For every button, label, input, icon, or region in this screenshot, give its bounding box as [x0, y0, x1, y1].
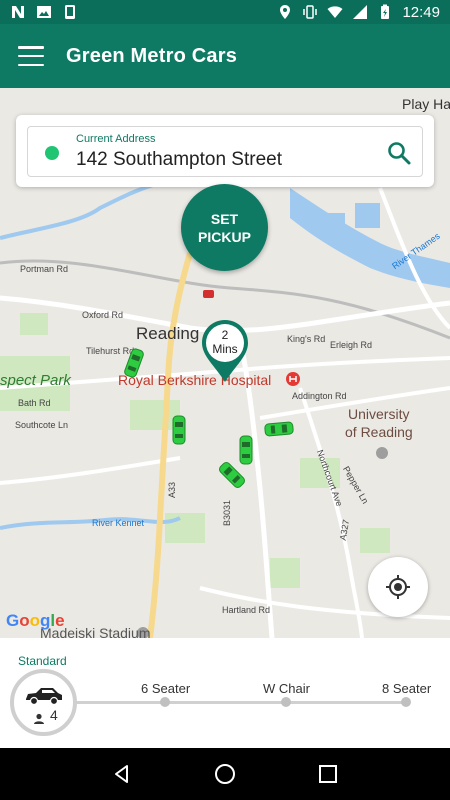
car-icon[interactable] [172, 415, 186, 445]
address-caption: Current Address [76, 133, 156, 145]
eta-value: 2 [221, 328, 229, 342]
map-label-kings: King's Rd [287, 334, 326, 344]
canal-line [0, 181, 161, 240]
set-pickup-line1: SET [210, 210, 239, 227]
map-label-oxford: Oxford Rd [82, 310, 124, 320]
map-label-river-kennet: River Kennet [92, 518, 145, 528]
vehicle-selector-panel: Standard 4 6 Seater W Chair 8 Seater [0, 638, 450, 748]
map-label-playhat: Play Hat [402, 96, 450, 112]
park-area [270, 558, 300, 588]
map-label-reading: Reading [136, 324, 200, 343]
location-icon [280, 5, 291, 19]
map-label-erleigh: Erleigh Rd [330, 340, 373, 350]
home-icon[interactable] [213, 762, 237, 786]
crosshair-icon [386, 575, 410, 599]
map-label-bath: Bath Rd [18, 398, 51, 408]
notification-n-icon [12, 6, 24, 18]
vehicle-slider-track[interactable] [74, 701, 409, 704]
set-pickup-button[interactable]: SET PICKUP [181, 184, 268, 271]
my-location-button[interactable] [368, 557, 428, 617]
search-icon[interactable] [386, 140, 412, 166]
water-area [355, 203, 380, 228]
address-field[interactable]: Current Address 142 Southampton Street [27, 126, 423, 177]
map-label-university-2: of Reading [345, 424, 413, 440]
seat-count: 4 [50, 707, 58, 723]
rail-station-marker [203, 290, 214, 298]
phone-icon [65, 5, 75, 19]
option-wchair-label: W Chair [263, 681, 310, 696]
road [0, 456, 181, 485]
tier-label: Standard [18, 654, 67, 668]
google-attribution-logo: Google [6, 611, 65, 630]
eta-unit: Mins [212, 342, 238, 356]
park-area [360, 528, 390, 553]
park-area [165, 513, 205, 543]
eta-label: 2 Mins [199, 328, 251, 356]
car-side-icon [26, 688, 62, 705]
option-8-seater-label: 8 Seater [382, 681, 432, 696]
status-left-icons [10, 4, 78, 20]
recents-icon[interactable] [316, 762, 340, 786]
map-label-portman: Portman Rd [20, 264, 69, 274]
option-8-seater-stop[interactable] [401, 697, 411, 707]
current-location-dot-icon [45, 146, 59, 160]
address-search-card: Current Address 142 Southampton Street [16, 115, 434, 187]
car-icon[interactable] [239, 435, 253, 465]
university-marker [376, 447, 388, 459]
hamburger-menu-icon[interactable] [18, 46, 44, 66]
option-wchair-stop[interactable] [281, 697, 291, 707]
system-nav-bar [0, 748, 450, 800]
map-label-addington: Addington Rd [292, 391, 347, 401]
app-title: Green Metro Cars [66, 44, 238, 67]
back-icon[interactable] [110, 762, 134, 786]
option-6-seater-label: 6 Seater [141, 681, 191, 696]
person-icon [34, 713, 44, 724]
signal-icon [353, 5, 368, 19]
status-right-icons: 12:49 [277, 4, 440, 21]
map-label-southcote: Southcote Ln [15, 420, 69, 430]
map-label-a33: A33 [167, 481, 178, 499]
a33-road [147, 252, 193, 638]
option-6-seater-stop[interactable] [160, 697, 170, 707]
park-area [20, 313, 48, 335]
status-bar: 12:49 [0, 0, 450, 24]
standard-vehicle-option[interactable] [10, 669, 77, 736]
address-input[interactable]: 142 Southampton Street [76, 149, 282, 171]
status-time: 12:49 [402, 3, 440, 21]
set-pickup-line2: PICKUP [198, 228, 251, 245]
car-icon[interactable] [263, 421, 294, 438]
map-label-university-1: University [348, 406, 410, 422]
wifi-icon [327, 6, 343, 18]
image-icon [37, 6, 51, 18]
river-kennet-line [0, 516, 181, 530]
map-label-tilehurst: Tilehurst Rd [86, 346, 135, 356]
battery-icon [381, 4, 390, 19]
app-bar: Green Metro Cars [0, 24, 450, 88]
map-label-hartland: Hartland Rd [222, 605, 271, 615]
vibrate-icon [303, 5, 318, 19]
map-label-park: spect Park [0, 372, 71, 389]
map-label-b3031: B3031 [222, 499, 233, 527]
water-area [315, 213, 345, 233]
